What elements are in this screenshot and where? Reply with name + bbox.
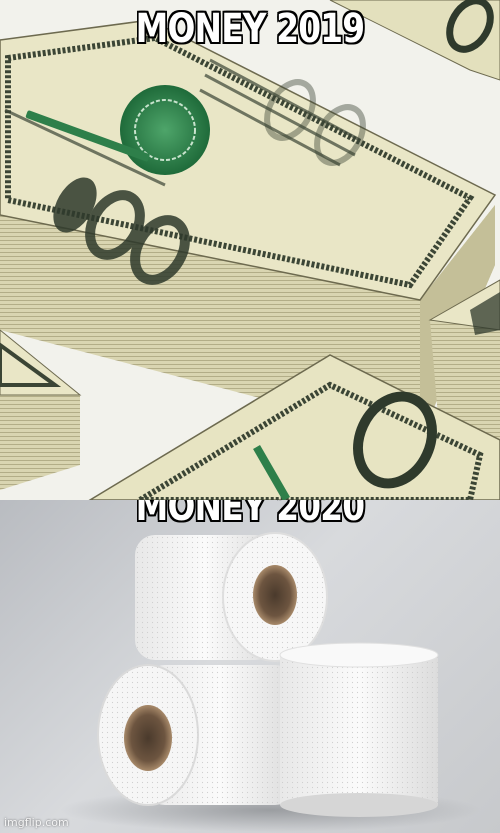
top-caption: MONEY 2019	[135, 6, 365, 52]
money-2019-panel: MONEY 2019	[0, 0, 500, 500]
top-toilet-roll	[135, 532, 328, 662]
imgflip-watermark: imgflip.com	[4, 816, 69, 829]
right-upright-toilet-roll	[279, 642, 439, 817]
toilet-paper-image	[60, 532, 480, 832]
bottom-left-toilet-roll	[97, 664, 295, 806]
treasury-seal-icon	[120, 85, 210, 175]
bottom-caption: MONEY 2020	[135, 500, 365, 530]
dollar-stacks-image	[0, 0, 500, 500]
money-2020-panel: MONEY 2020 imgflip.com	[0, 500, 500, 833]
